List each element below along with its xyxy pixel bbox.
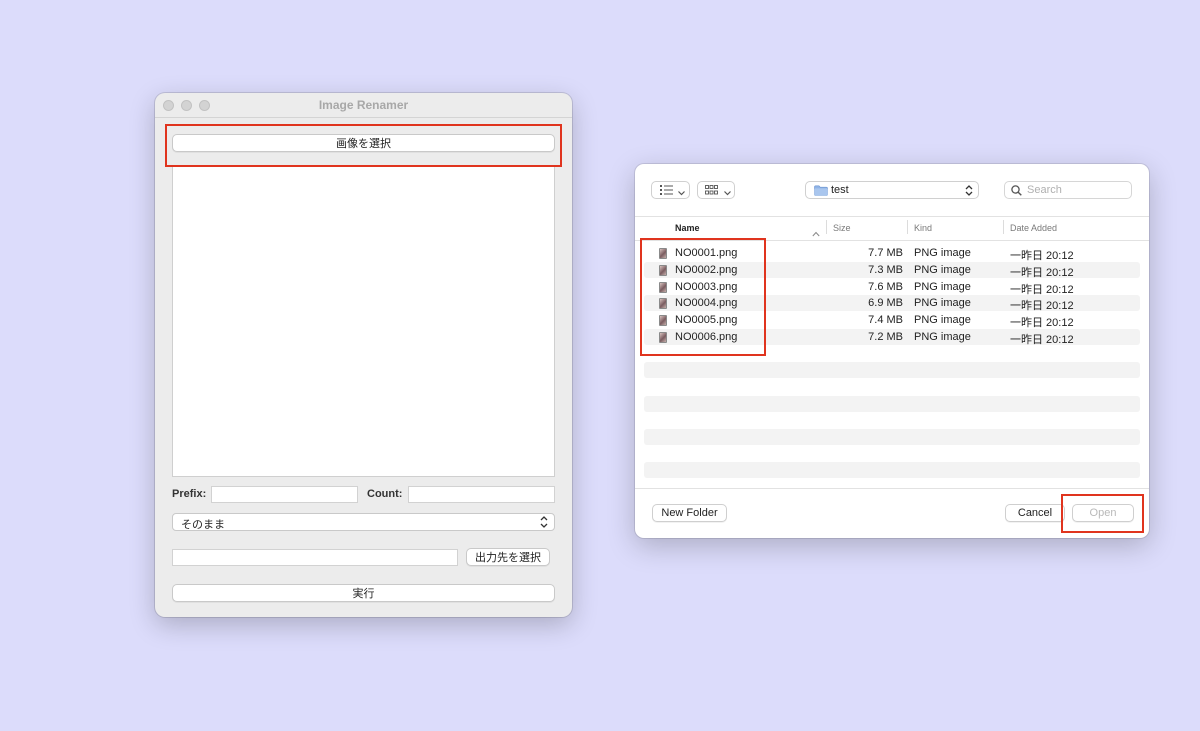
empty-row <box>644 462 1140 478</box>
chevron-down-icon <box>678 187 685 199</box>
chevron-updown-icon <box>540 514 548 533</box>
column-divider[interactable] <box>907 220 908 234</box>
file-kind: PNG image <box>914 297 971 309</box>
column-divider[interactable] <box>826 220 827 234</box>
list-view-icon <box>660 185 674 198</box>
toolbar-divider <box>635 216 1149 217</box>
chevron-down-icon <box>724 187 731 199</box>
file-size: 7.6 MB <box>868 281 903 293</box>
folder-icon <box>814 185 828 199</box>
search-field[interactable]: Search <box>1004 181 1132 199</box>
location-popup[interactable]: test <box>805 181 979 199</box>
search-icon <box>1011 185 1022 199</box>
file-date-added: 一昨日 20:12 <box>1010 267 1074 279</box>
view-mode-list-button[interactable] <box>651 181 690 199</box>
choose-output-button[interactable]: 出力先を選択 <box>466 548 550 566</box>
file-kind: PNG image <box>914 264 971 276</box>
empty-row <box>644 396 1140 412</box>
view-mode-grid-button[interactable] <box>697 181 735 199</box>
highlight-select-images <box>165 124 562 167</box>
column-header-size[interactable]: Size <box>833 223 851 233</box>
column-header-name[interactable]: Name <box>675 223 700 233</box>
count-input[interactable] <box>408 486 555 503</box>
run-button[interactable]: 実行 <box>172 584 555 602</box>
empty-row <box>644 429 1140 445</box>
file-size: 6.9 MB <box>868 297 903 309</box>
file-size: 7.2 MB <box>868 331 903 343</box>
rename-mode-value: そのまま <box>181 519 225 531</box>
file-kind: PNG image <box>914 314 971 326</box>
column-divider[interactable] <box>1003 220 1004 234</box>
highlight-open-button <box>1061 494 1144 533</box>
file-kind: PNG image <box>914 331 971 343</box>
title-bar[interactable]: Image Renamer <box>155 93 572 118</box>
footer-divider <box>635 488 1149 489</box>
count-label: Count: <box>367 488 403 500</box>
new-folder-button[interactable]: New Folder <box>652 504 727 522</box>
rename-mode-select[interactable]: そのまま <box>172 513 555 531</box>
file-date-added: 一昨日 20:12 <box>1010 317 1074 329</box>
search-placeholder: Search <box>1027 184 1062 196</box>
chevron-updown-icon <box>965 183 973 201</box>
file-kind: PNG image <box>914 247 971 259</box>
highlight-file-list <box>640 238 766 356</box>
window-title: Image Renamer <box>318 98 409 112</box>
location-name: test <box>831 184 849 196</box>
file-date-added: 一昨日 20:12 <box>1010 250 1074 262</box>
file-size: 7.3 MB <box>868 264 903 276</box>
image-renamer-window: Image Renamer 画像を選択 Prefix: Count: そのまま … <box>155 93 572 617</box>
file-date-added: 一昨日 20:12 <box>1010 334 1074 346</box>
image-list[interactable] <box>172 166 555 477</box>
empty-row <box>644 362 1140 378</box>
file-size: 7.4 MB <box>868 314 903 326</box>
file-size: 7.7 MB <box>868 247 903 259</box>
column-header-kind[interactable]: Kind <box>914 223 932 233</box>
grid-view-icon <box>705 185 718 198</box>
prefix-input[interactable] <box>211 486 358 503</box>
cancel-button[interactable]: Cancel <box>1005 504 1065 522</box>
file-kind: PNG image <box>914 281 971 293</box>
prefix-label: Prefix: <box>172 488 207 500</box>
column-header-date-added[interactable]: Date Added <box>1010 223 1057 233</box>
output-path-input[interactable] <box>172 549 458 566</box>
file-date-added: 一昨日 20:12 <box>1010 300 1074 312</box>
